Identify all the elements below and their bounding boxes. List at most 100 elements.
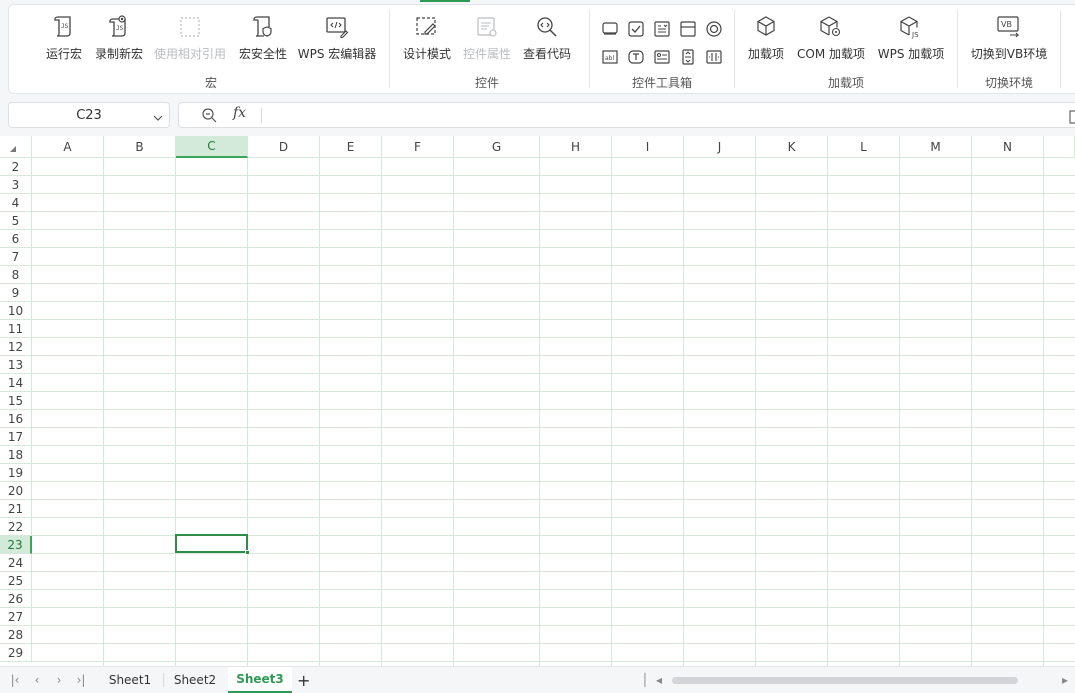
prev-sheet-icon[interactable]: ‹ (30, 673, 44, 687)
frame-icon[interactable] (678, 19, 698, 39)
gridline (32, 373, 1075, 374)
scroll-right-icon[interactable]: ▸ (1058, 673, 1072, 687)
fill-handle[interactable] (245, 550, 250, 555)
row-header-23[interactable]: 23 (0, 536, 32, 554)
scrollbar-icon[interactable] (704, 47, 724, 67)
design-mode-label: 设计模式 (402, 47, 451, 61)
combobox-icon[interactable] (652, 47, 672, 67)
row-header-21[interactable]: 21 (0, 500, 32, 518)
row-header-9[interactable]: 9 (0, 284, 32, 302)
row-header-28[interactable]: 28 (0, 626, 32, 644)
row-header-22[interactable]: 22 (0, 518, 32, 536)
row-header-14[interactable]: 14 (0, 374, 32, 392)
last-sheet-icon[interactable]: ›| (74, 673, 88, 687)
wps-addin-button[interactable]: JS WPS 加载项 (876, 12, 946, 66)
column-header-l[interactable]: L (828, 136, 900, 158)
relative-reference-label: 使用相对引用 (153, 47, 226, 61)
view-code-button[interactable]: 查看代码 (522, 12, 572, 66)
row-header-3[interactable]: 3 (0, 176, 32, 194)
control-properties-button[interactable]: 控件属性 (462, 12, 512, 66)
column-header-g[interactable]: G (454, 136, 540, 158)
row-header-26[interactable]: 26 (0, 590, 32, 608)
expand-formula-icon[interactable] (1068, 109, 1075, 128)
column-header-k[interactable]: K (756, 136, 828, 158)
view-code-label: 查看代码 (522, 47, 571, 61)
active-tab-indicator (420, 0, 470, 2)
row-header-20[interactable]: 20 (0, 482, 32, 500)
fx-icon[interactable]: fx (233, 105, 246, 121)
com-addin-button[interactable]: COM 加载项 (795, 12, 867, 66)
gridline (32, 337, 1075, 338)
sheet-tab-sheet1[interactable]: Sheet1 (98, 667, 162, 693)
row-header-24[interactable]: 24 (0, 554, 32, 572)
row-header-4[interactable]: 4 (0, 194, 32, 212)
row-header-11[interactable]: 11 (0, 320, 32, 338)
row-header-27[interactable]: 27 (0, 608, 32, 626)
gridline (32, 409, 1075, 410)
row-header-13[interactable]: 13 (0, 356, 32, 374)
gridline (32, 463, 1075, 464)
macro-editor-button[interactable]: WPS 宏编辑器 (296, 12, 378, 66)
sheet-tab-sheet3[interactable]: Sheet3 (228, 667, 292, 693)
spin-button-icon[interactable] (678, 47, 698, 67)
column-header-b[interactable]: B (104, 136, 176, 158)
column-header-a[interactable]: A (32, 136, 104, 158)
row-header-17[interactable]: 17 (0, 428, 32, 446)
row-header-25[interactable]: 25 (0, 572, 32, 590)
spreadsheet-grid[interactable]: ABCDEFGHIJKLMN 2 3 4 5 6 7 8 9 10 11 12 13 14 15 16 17 1… (0, 136, 1075, 666)
row-header-15[interactable]: 15 (0, 392, 32, 410)
column-header-j[interactable]: J (684, 136, 756, 158)
relative-reference-button[interactable]: 使用相对引用 (152, 12, 228, 66)
record-macro-button[interactable]: JS 录制新宏 (92, 12, 146, 66)
command-button-icon[interactable] (600, 19, 620, 39)
column-header-i[interactable]: I (612, 136, 684, 158)
addin-icon (755, 12, 777, 42)
macro-security-button[interactable]: 宏安全性 (236, 12, 290, 66)
chevron-down-icon[interactable] (153, 111, 163, 126)
textbox-icon[interactable]: abl (600, 47, 620, 67)
column-header-e[interactable]: E (320, 136, 382, 158)
column-header-c[interactable]: C (176, 136, 248, 158)
group-divider (589, 10, 590, 88)
row-header-10[interactable]: 10 (0, 302, 32, 320)
addin-button[interactable]: 加载项 (746, 12, 786, 66)
listbox-icon[interactable] (652, 19, 672, 39)
option-button-icon[interactable] (704, 19, 724, 39)
column-header-n[interactable]: N (972, 136, 1044, 158)
switch-vb-button[interactable]: VB 切换到VB环境 (968, 12, 1050, 66)
row-header-8[interactable]: 8 (0, 266, 32, 284)
row-header-5[interactable]: 5 (0, 212, 32, 230)
zoom-icon[interactable] (201, 107, 217, 127)
run-macro-button[interactable]: JS 运行宏 (44, 12, 84, 66)
formula-input-area[interactable]: fx (178, 102, 1075, 128)
sheet-tab-bar: |‹ ‹ › ›| Sheet1 Sheet2 Sheet3 + │ ◂ ▸ (0, 666, 1075, 693)
row-header-6[interactable]: 6 (0, 230, 32, 248)
column-header-partial[interactable] (1044, 136, 1075, 158)
label-icon[interactable] (626, 47, 646, 67)
design-mode-button[interactable]: 设计模式 (402, 12, 452, 66)
row-header-16[interactable]: 16 (0, 410, 32, 428)
add-sheet-button[interactable]: + (297, 671, 310, 690)
row-header-18[interactable]: 18 (0, 446, 32, 464)
sheet-tab-sheet2[interactable]: Sheet2 (164, 667, 226, 693)
row-header-29[interactable]: 29 (0, 644, 32, 662)
column-header-h[interactable]: H (540, 136, 612, 158)
select-all-corner[interactable] (0, 136, 32, 158)
row-header-2[interactable]: 2 (0, 158, 32, 176)
name-box[interactable]: C23 (8, 102, 170, 128)
control-properties-icon (475, 12, 499, 42)
active-cell[interactable] (175, 534, 248, 553)
checkbox-icon[interactable] (626, 19, 646, 39)
column-header-f[interactable]: F (382, 136, 454, 158)
row-header-7[interactable]: 7 (0, 248, 32, 266)
row-header-19[interactable]: 19 (0, 464, 32, 482)
row-header-12[interactable]: 12 (0, 338, 32, 356)
gridline (32, 175, 1075, 176)
column-header-m[interactable]: M (900, 136, 972, 158)
scroll-left-icon[interactable]: ◂ (652, 673, 666, 687)
next-sheet-icon[interactable]: › (52, 673, 66, 687)
horizontal-scrollbar-thumb[interactable] (672, 677, 1018, 684)
first-sheet-icon[interactable]: |‹ (8, 673, 22, 687)
column-header-d[interactable]: D (248, 136, 320, 158)
scroll-split-handle[interactable]: │ (638, 673, 652, 687)
